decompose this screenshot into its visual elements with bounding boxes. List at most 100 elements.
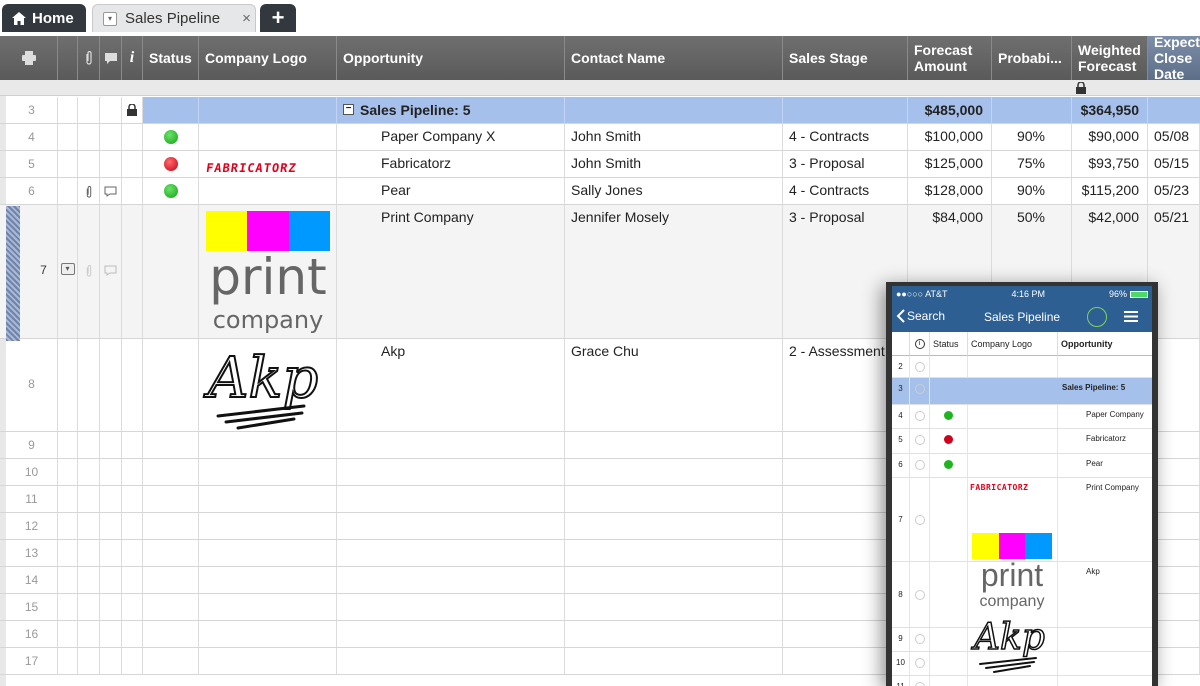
column-header-sales-stage[interactable]: Sales Stage [783, 36, 908, 80]
opportunity-cell[interactable]: Akp [337, 339, 565, 431]
empty-cell[interactable] [100, 621, 122, 647]
empty-cell[interactable] [100, 459, 122, 485]
empty-cell[interactable] [100, 567, 122, 593]
phone-status-cell[interactable] [930, 356, 968, 377]
empty-cell[interactable] [58, 594, 78, 620]
phone-select-cell[interactable] [910, 628, 930, 651]
empty-cell[interactable] [100, 432, 122, 458]
sales-stage-cell[interactable]: 4 - Contracts [783, 178, 908, 204]
status-cell[interactable] [143, 151, 199, 177]
empty-cell[interactable] [100, 540, 122, 566]
comment-icon[interactable] [104, 186, 117, 197]
phone-select-cell[interactable] [910, 405, 930, 428]
phone-select-cell[interactable] [910, 429, 930, 453]
empty-cell[interactable] [58, 648, 78, 674]
empty-cell[interactable] [100, 648, 122, 674]
status-dot-green[interactable] [163, 130, 178, 144]
empty-cell[interactable] [58, 486, 78, 512]
empty-cell[interactable] [565, 486, 783, 512]
empty-cell[interactable] [565, 567, 783, 593]
print-column-header[interactable] [0, 36, 58, 80]
status-cell[interactable] [143, 178, 199, 204]
forecast-cell[interactable]: $128,000 [908, 178, 992, 204]
empty-cell[interactable] [78, 540, 100, 566]
phone-select-cell[interactable] [910, 454, 930, 477]
paperclip-icon[interactable] [85, 186, 93, 198]
status-cell[interactable] [143, 339, 199, 431]
empty-cell[interactable] [337, 648, 565, 674]
empty-cell[interactable] [100, 486, 122, 512]
empty-cell[interactable] [78, 621, 100, 647]
empty-cell[interactable] [143, 594, 199, 620]
comment-icon[interactable] [104, 265, 117, 276]
phone-row[interactable]: 2 [892, 356, 1152, 378]
row-select-circle[interactable] [914, 634, 925, 644]
phone-opportunity-cell[interactable]: Paper Company [1058, 405, 1152, 428]
empty-cell[interactable] [78, 486, 100, 512]
table-row-group[interactable]: 3 − Sales Pipeline: 5 $485,000 $364,950 [0, 97, 1200, 124]
phone-status-cell[interactable] [930, 405, 968, 428]
tab-home[interactable]: Home [2, 4, 86, 32]
empty-cell[interactable] [78, 594, 100, 620]
status-dot-green[interactable] [163, 184, 178, 198]
phone-select-cell[interactable] [910, 562, 930, 627]
tab-menu-icon[interactable]: ▾ [103, 11, 117, 26]
row-select-circle[interactable] [914, 658, 925, 668]
phone-header-status[interactable]: Status [930, 332, 968, 356]
empty-cell[interactable] [58, 459, 78, 485]
empty-cell[interactable] [122, 621, 143, 647]
phone-opportunity-cell[interactable]: Pear [1058, 454, 1152, 477]
phone-select-cell[interactable] [910, 652, 930, 675]
paperclip-icon[interactable] [85, 265, 93, 277]
contact-name-cell[interactable]: Grace Chu [565, 339, 783, 431]
sales-stage-cell[interactable]: 4 - Contracts [783, 124, 908, 150]
empty-cell[interactable] [78, 648, 100, 674]
empty-cell[interactable] [337, 486, 565, 512]
column-header-probability[interactable]: Probabi... [992, 36, 1072, 80]
contact-name-cell[interactable]: John Smith [565, 124, 783, 150]
empty-cell[interactable] [199, 513, 337, 539]
status-cell[interactable] [143, 124, 199, 150]
column-header-company-logo[interactable]: Company Logo [199, 36, 337, 80]
table-row[interactable]: 6 Pear Sally Jones 4 - Contracts $128,000 90%… [0, 178, 1200, 205]
empty-cell[interactable] [199, 621, 337, 647]
empty-cell[interactable] [143, 540, 199, 566]
column-header-expected-close-date[interactable]: Expected Close Date [1148, 36, 1200, 80]
column-header-weighted-forecast[interactable]: Weighted Forecast [1072, 36, 1148, 80]
empty-cell[interactable] [199, 594, 337, 620]
empty-cell[interactable] [78, 459, 100, 485]
group-weighted-total[interactable]: $364,950 [1072, 97, 1148, 123]
empty-cell[interactable] [122, 432, 143, 458]
forecast-cell[interactable]: $100,000 [908, 124, 992, 150]
empty-cell[interactable] [199, 459, 337, 485]
empty-cell[interactable] [565, 594, 783, 620]
phone-status-cell[interactable] [930, 562, 968, 627]
empty-cell[interactable] [100, 513, 122, 539]
tab-sales-pipeline[interactable]: ▾ Sales Pipeline × [92, 4, 256, 32]
empty-cell[interactable] [143, 567, 199, 593]
phone-status-cell[interactable] [930, 478, 968, 561]
back-button[interactable]: Search [896, 309, 945, 323]
empty-cell[interactable] [100, 594, 122, 620]
row-select-circle[interactable] [914, 384, 925, 394]
probability-cell[interactable]: 90% [992, 124, 1072, 150]
row-select-circle[interactable] [914, 682, 925, 686]
sales-stage-cell[interactable]: 3 - Proposal [783, 151, 908, 177]
empty-cell[interactable] [143, 513, 199, 539]
opportunity-cell[interactable]: Fabricatorz [337, 151, 565, 177]
weighted-cell[interactable]: $90,000 [1072, 124, 1148, 150]
phone-status-cell[interactable] [930, 676, 968, 686]
empty-cell[interactable] [337, 594, 565, 620]
empty-cell[interactable] [78, 432, 100, 458]
weighted-cell[interactable]: $115,200 [1072, 178, 1148, 204]
phone-row[interactable]: 3 Sales Pipeline: 5 [892, 378, 1152, 405]
phone-select-cell[interactable] [910, 478, 930, 561]
phone-opportunity-cell[interactable] [1058, 356, 1152, 377]
column-header-status[interactable]: Status [143, 36, 199, 80]
empty-cell[interactable] [565, 432, 783, 458]
phone-header-logo[interactable]: Company Logo [968, 332, 1058, 356]
empty-cell[interactable] [122, 459, 143, 485]
phone-row[interactable]: 6 Pear [892, 454, 1152, 478]
empty-cell[interactable] [337, 459, 565, 485]
attachment-column-header[interactable] [78, 36, 100, 80]
